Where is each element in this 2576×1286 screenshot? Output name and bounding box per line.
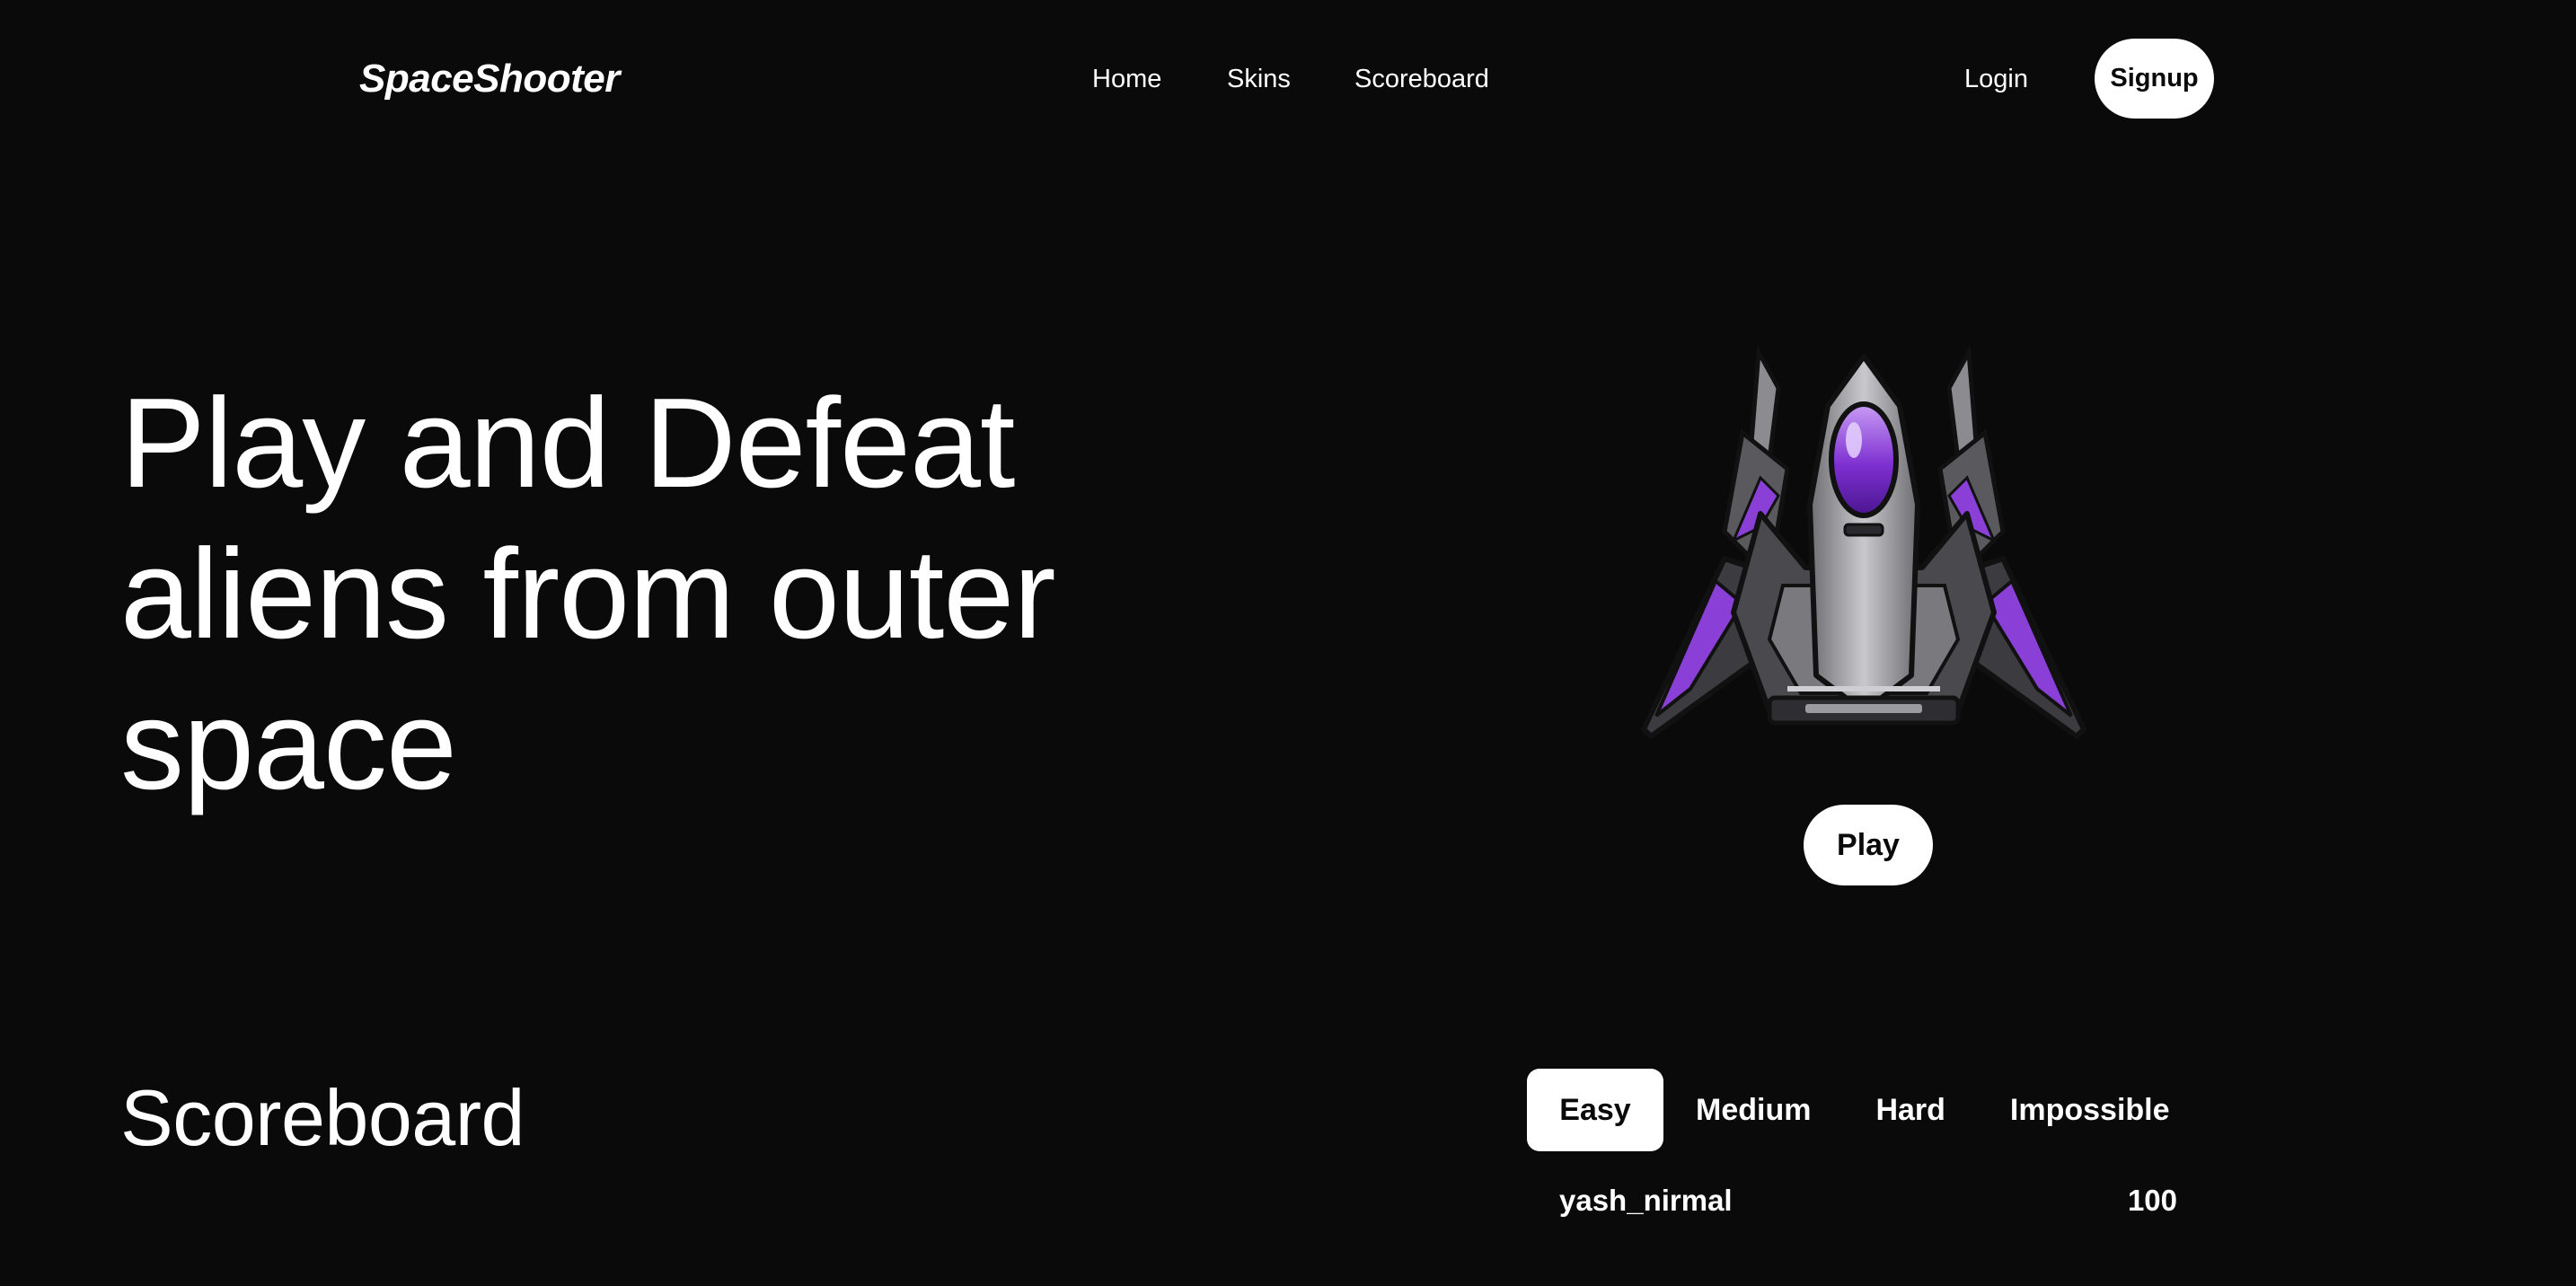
hero-title-line: aliens from outer [120, 523, 1056, 665]
difficulty-tabs: Easy Medium Hard Impossible [1527, 1069, 2202, 1151]
tab-medium[interactable]: Medium [1663, 1069, 1843, 1151]
tab-impossible[interactable]: Impossible [1978, 1069, 2202, 1151]
score-player-name: yash_nirmal [1559, 1184, 1733, 1217]
scoreboard-title: Scoreboard [120, 1073, 525, 1162]
nav-scoreboard-link[interactable]: Scoreboard [1354, 61, 1489, 97]
hero-title-line: space [120, 674, 457, 816]
hero-title-line: Play and Defeat [120, 372, 1015, 515]
login-link[interactable]: Login [1964, 61, 2028, 97]
spaceship-icon [1626, 334, 2102, 756]
site-logo[interactable]: SpaceShooter [359, 54, 620, 104]
score-row: yash_nirmal 100 [1559, 1178, 2177, 1223]
play-button[interactable]: Play [1804, 805, 1933, 885]
tab-hard[interactable]: Hard [1843, 1069, 1977, 1151]
hero-title: Play and Defeat aliens from outer space [120, 368, 1234, 821]
nav-home-link[interactable]: Home [1092, 61, 1161, 97]
signup-button[interactable]: Signup [2095, 39, 2214, 119]
tab-easy[interactable]: Easy [1527, 1069, 1663, 1151]
score-value: 100 [2127, 1184, 2177, 1217]
page: SpaceShooter Home Skins Scoreboard Login… [0, 0, 2576, 1286]
nav-skins-link[interactable]: Skins [1227, 61, 1291, 97]
